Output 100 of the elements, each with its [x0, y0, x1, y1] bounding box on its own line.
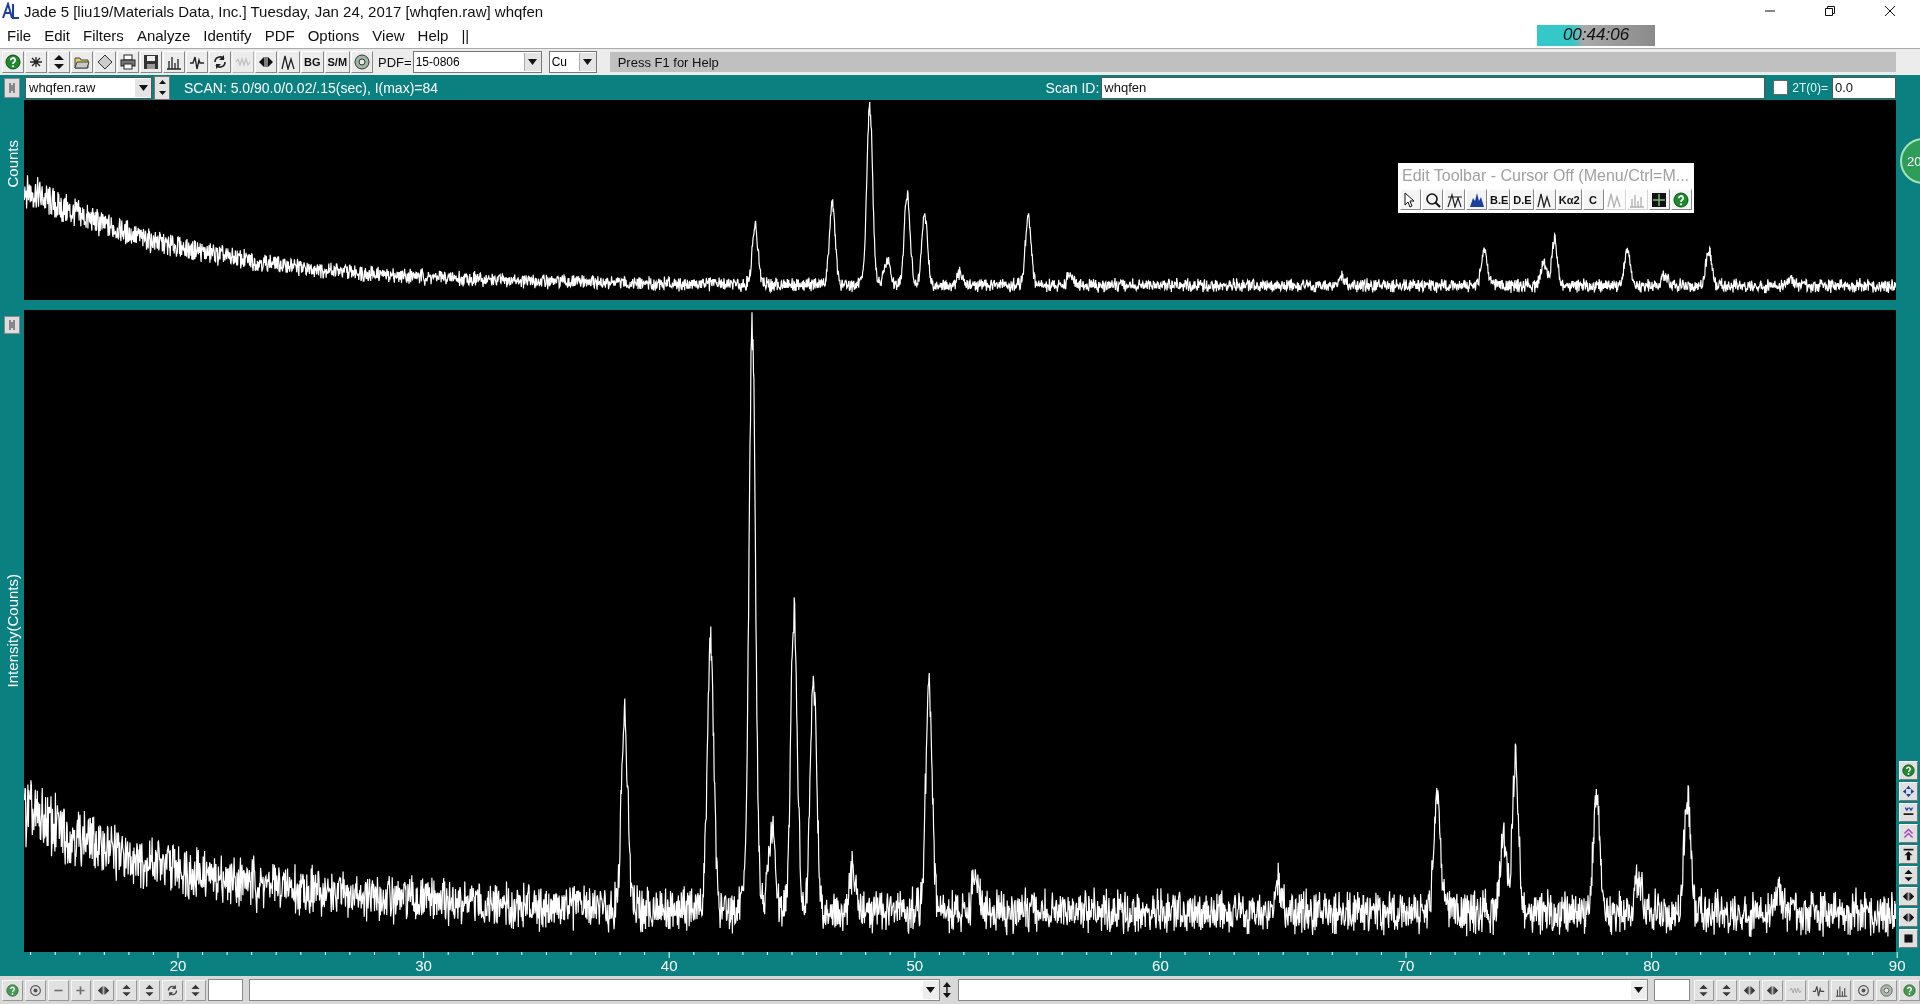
refresh-icon: [165, 983, 179, 997]
peaks-icon: [1607, 191, 1623, 208]
left-right-arrows-button[interactable]: [93, 979, 115, 1001]
menu-item[interactable]: Analyze: [129, 26, 197, 44]
left-right-arrows-icon: [1901, 911, 1915, 924]
left-right-arrows-icon: [97, 983, 111, 997]
help-button[interactable]: [2, 51, 24, 73]
left-right-arrows-button[interactable]: [1739, 979, 1761, 1001]
up-down-arrows-button[interactable]: [184, 979, 206, 1001]
filled-peaks-button[interactable]: [1466, 189, 1487, 210]
dropdown-arrow-icon: [926, 987, 936, 993]
disc-icon: [1880, 983, 1894, 997]
peak-line-icon: [189, 54, 205, 70]
refresh-button[interactable]: [209, 51, 231, 73]
radiation-dropdown[interactable]: Cu: [548, 51, 597, 73]
up-down-arrows-icon[interactable]: [941, 982, 952, 998]
left-right-arrows-icon: [1901, 890, 1915, 903]
bar-chart-button[interactable]: [1830, 979, 1852, 1001]
tool-button[interactable]: D.E: [1511, 189, 1534, 210]
panel-handle-icon[interactable]: [4, 77, 20, 98]
status-dropdown[interactable]: [957, 979, 1648, 1001]
tool-button[interactable]: Kα2: [1556, 189, 1582, 210]
peak-line-button[interactable]: [186, 51, 208, 73]
tool-button[interactable]: S/M: [324, 51, 351, 73]
y-axis-label: Counts: [3, 140, 21, 188]
peak-baseline-button[interactable]: [1444, 189, 1465, 210]
help-button[interactable]: [2, 979, 23, 1001]
help-hint: Press F1 for Help: [617, 54, 719, 70]
peak-line-button[interactable]: [1807, 979, 1829, 1001]
status-field[interactable]: [1653, 979, 1690, 1001]
up-arrow-icon: [158, 80, 166, 84]
left-right-arrows-button[interactable]: [1898, 887, 1918, 906]
arrow-up-bar-button[interactable]: [1898, 845, 1918, 864]
menu-item[interactable]: File: [0, 26, 38, 44]
menu-item[interactable]: Options: [300, 26, 366, 44]
menu-item[interactable]: Help: [410, 26, 455, 44]
offset-field[interactable]: 0.0: [1832, 76, 1896, 99]
peaks-button[interactable]: [1534, 189, 1556, 210]
tool-button[interactable]: C: [1582, 189, 1604, 210]
disc-button[interactable]: [1876, 979, 1898, 1001]
status-field[interactable]: [207, 979, 244, 1001]
x-tick-label: 30: [415, 957, 432, 974]
pdf-dropdown[interactable]: 15-0806: [412, 51, 542, 73]
target-button[interactable]: [24, 979, 46, 1001]
diamond-button[interactable]: [94, 51, 116, 73]
up-down-arrows-button[interactable]: [139, 979, 160, 1001]
spin-button[interactable]: [154, 75, 170, 100]
four-arrows-button[interactable]: [1898, 782, 1918, 801]
double-chevron-up-button[interactable]: [1898, 824, 1918, 843]
grid-button[interactable]: [1648, 189, 1670, 210]
app-logo-icon: [2, 2, 20, 20]
refresh-icon: [212, 54, 228, 70]
up-down-arrows-button[interactable]: [1693, 979, 1715, 1001]
target-button[interactable]: [1853, 979, 1875, 1001]
floppy-disk-button[interactable]: [140, 51, 162, 73]
close-icon[interactable]: [1884, 5, 1896, 17]
square-icon: [1901, 932, 1915, 945]
help-button[interactable]: [1670, 189, 1692, 210]
help-button[interactable]: [1899, 979, 1920, 1001]
peaks-button[interactable]: [278, 51, 300, 73]
dropdown-arrow-icon: [138, 84, 148, 91]
plus-button[interactable]: [70, 979, 92, 1001]
panel-handle-icon[interactable]: [4, 316, 20, 334]
y-axis-label: Intensity(Counts): [3, 574, 21, 688]
search-button[interactable]: [1422, 189, 1443, 210]
tool-button[interactable]: BG: [301, 51, 324, 73]
menu-item[interactable]: PDF: [257, 26, 301, 44]
disc-button[interactable]: [351, 51, 374, 73]
left-right-arrows-icon: [1766, 983, 1779, 997]
minus-button[interactable]: [47, 979, 69, 1001]
restore-icon[interactable]: [1824, 5, 1836, 17]
peak-line-icon: [1811, 983, 1825, 997]
menu-item[interactable]: Identify: [196, 26, 258, 44]
menu-item[interactable]: View: [365, 26, 411, 44]
square-button[interactable]: [1898, 929, 1918, 948]
left-right-arrows-button[interactable]: [1762, 979, 1783, 1001]
menu-item[interactable]: Filters: [76, 26, 130, 44]
help-button[interactable]: [1898, 761, 1918, 780]
menu-item[interactable]: ||: [454, 26, 476, 44]
tool-button[interactable]: B.E: [1488, 189, 1511, 210]
up-down-arrows-button[interactable]: [116, 979, 138, 1001]
x-tick-label: 80: [1643, 957, 1660, 974]
pdf-label: PDF=: [378, 54, 412, 70]
refresh-button[interactable]: [161, 979, 183, 1001]
scan-id-field[interactable]: whqfen: [1101, 76, 1766, 99]
up-down-arrows-button[interactable]: [1716, 979, 1738, 1001]
pointer-button[interactable]: [1400, 189, 1421, 210]
folder-button[interactable]: [71, 51, 93, 73]
left-right-arrows-button[interactable]: [255, 51, 277, 73]
left-right-arrows-button[interactable]: [1898, 908, 1918, 927]
up-down-arrows-button[interactable]: [1898, 866, 1918, 885]
offset-checkbox[interactable]: [1773, 80, 1789, 95]
up-down-arrows-button[interactable]: [48, 51, 70, 73]
shrink-button[interactable]: [1898, 803, 1918, 822]
menu-item[interactable]: Edit: [37, 26, 77, 44]
printer-button[interactable]: [117, 51, 139, 73]
x-tick-label: 50: [906, 957, 924, 974]
bar-chart-button[interactable]: [163, 51, 185, 73]
file-dropdown[interactable]: whqfen.raw: [25, 76, 152, 99]
left-right-arrows-icon: [258, 54, 274, 70]
